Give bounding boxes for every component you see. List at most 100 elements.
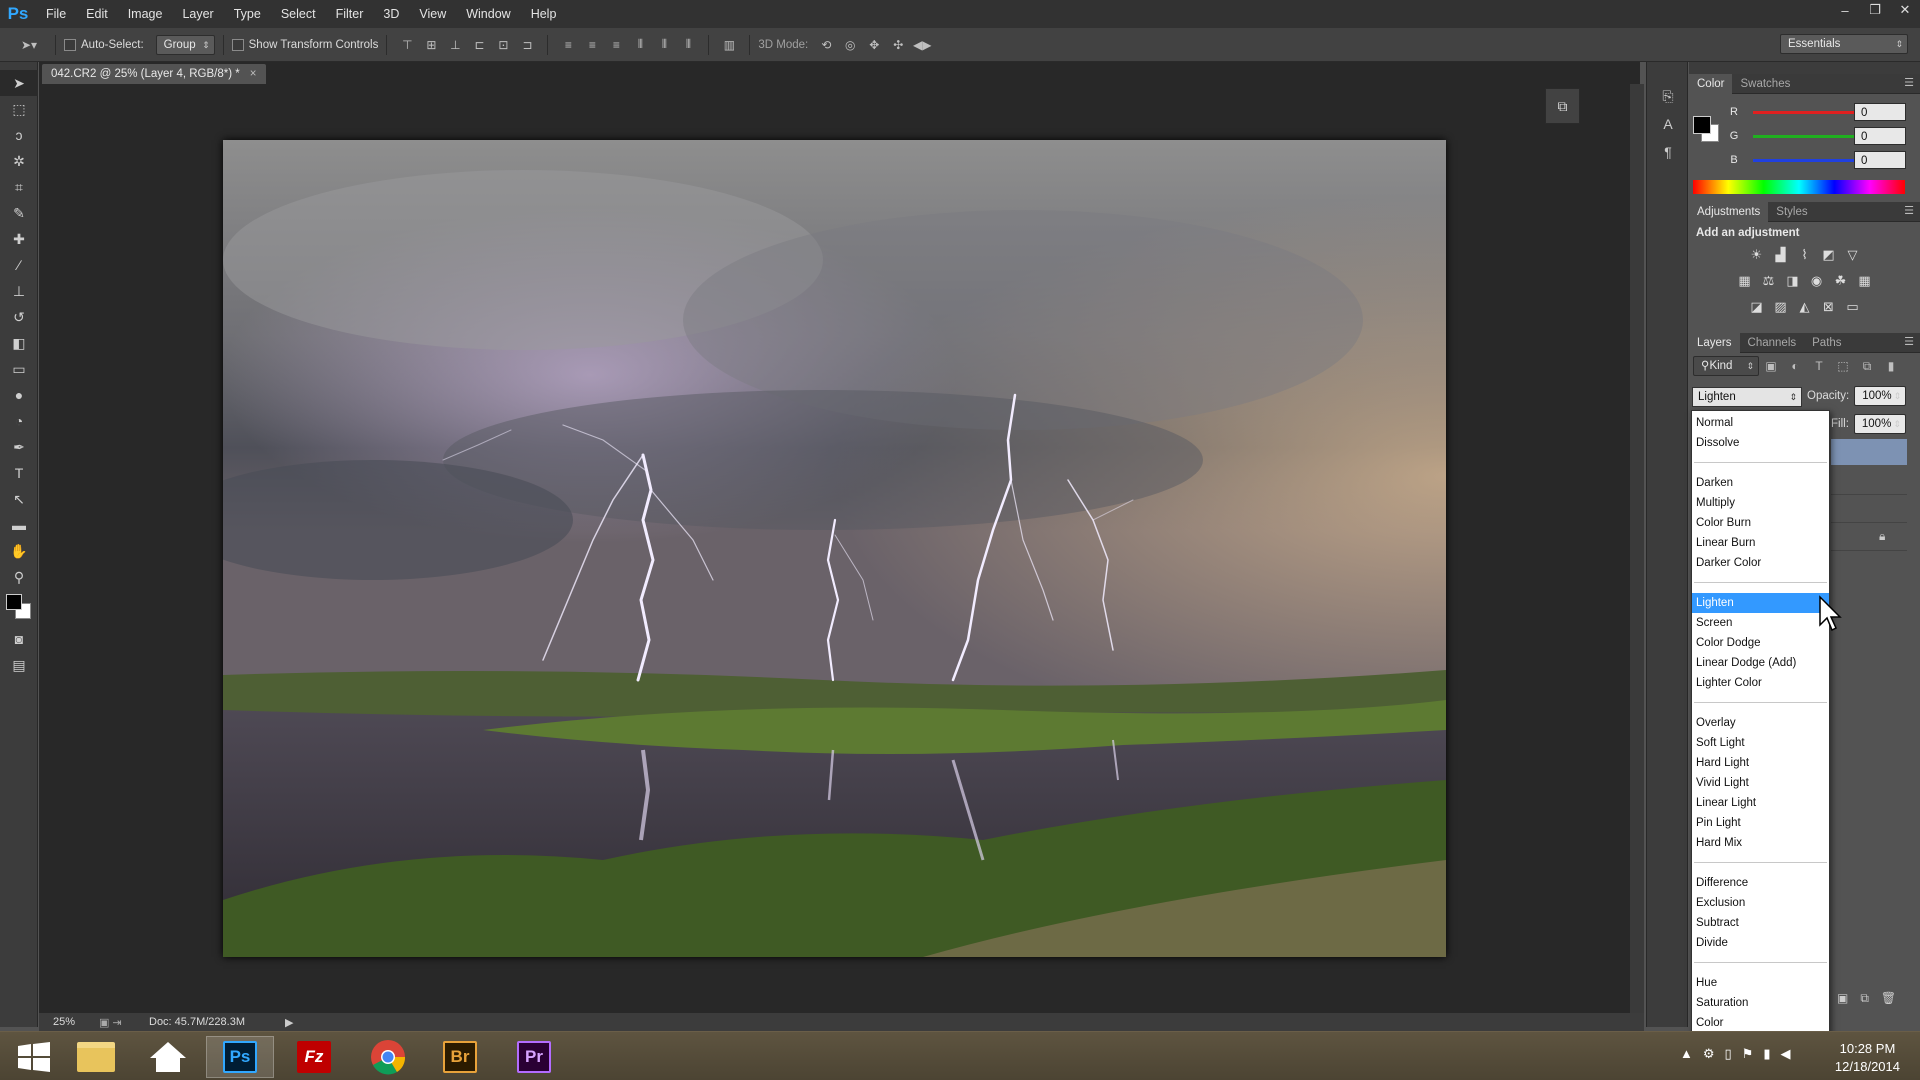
color-lookup-icon[interactable]: ▦ <box>1855 271 1875 291</box>
levels-icon[interactable]: ▟ <box>1771 245 1791 265</box>
lasso-tool-icon[interactable]: ↄ <box>0 122 38 148</box>
blend-option-dissolve[interactable]: Dissolve <box>1692 433 1829 453</box>
blend-option-hue[interactable]: Hue <box>1692 973 1829 993</box>
tab-styles[interactable]: Styles <box>1768 202 1815 222</box>
blend-option-difference[interactable]: Difference <box>1692 873 1829 893</box>
menu-help[interactable]: Help <box>521 0 567 28</box>
paragraph-panel-icon[interactable]: ¶ <box>1647 138 1689 166</box>
document-tab[interactable]: 042.CR2 @ 25% (Layer 4, RGB/8*) * × <box>42 64 267 84</box>
3d-scale-icon[interactable]: ◀▶ <box>913 37 931 53</box>
taskbar-premiere[interactable]: Pr <box>500 1036 568 1078</box>
auto-align-icon[interactable]: ▥ <box>720 37 738 53</box>
history-panel-icon[interactable]: ⎘ <box>1647 82 1689 110</box>
b-slider[interactable] <box>1753 158 1859 162</box>
blend-option-color-dodge[interactable]: Color Dodge <box>1692 633 1829 653</box>
start-button[interactable] <box>0 1036 68 1078</box>
opacity-field[interactable]: 100% <box>1854 386 1907 406</box>
blend-option-color[interactable]: Color <box>1692 1013 1829 1033</box>
menu-view[interactable]: View <box>409 0 456 28</box>
channel-mixer-icon[interactable]: ☘ <box>1831 271 1851 291</box>
blend-option-vivid-light[interactable]: Vivid Light <box>1692 773 1829 793</box>
blend-option-linear-burn[interactable]: Linear Burn <box>1692 533 1829 553</box>
blur-tool-icon[interactable]: ● <box>0 382 38 408</box>
blend-option-multiply[interactable]: Multiply <box>1692 493 1829 513</box>
black-white-icon[interactable]: ◨ <box>1783 271 1803 291</box>
filter-shape-icon[interactable]: ⬚ <box>1834 358 1852 374</box>
blend-option-darker-color[interactable]: Darker Color <box>1692 553 1829 573</box>
color-fg-swatch[interactable] <box>1693 116 1711 134</box>
tray-volume-icon[interactable]: ◀ <box>1781 1046 1791 1062</box>
g-slider[interactable] <box>1753 134 1859 138</box>
menu-file[interactable]: File <box>36 0 76 28</box>
blend-option-pin-light[interactable]: Pin Light <box>1692 813 1829 833</box>
eraser-tool-icon[interactable]: ◧ <box>0 330 38 356</box>
type-tool-icon[interactable]: T <box>0 460 38 486</box>
tab-paths[interactable]: Paths <box>1804 333 1849 353</box>
3d-roll-icon[interactable]: ◎ <box>841 37 859 53</box>
b-value-field[interactable]: 0 <box>1854 151 1906 169</box>
tab-adjustments[interactable]: Adjustments <box>1689 201 1769 222</box>
brush-tool-icon[interactable]: ∕ <box>0 252 38 278</box>
auto-select-dropdown[interactable]: Group <box>155 34 215 55</box>
blend-option-color-burn[interactable]: Color Burn <box>1692 513 1829 533</box>
taskbar-chrome[interactable] <box>354 1036 422 1078</box>
taskbar-clock[interactable]: 10:28 PM 12/18/2014 <box>1835 1040 1900 1076</box>
distribute-hcenter-icon[interactable]: ⦀ <box>655 37 673 53</box>
blend-option-darken[interactable]: Darken <box>1692 473 1829 493</box>
distribute-bottom-icon[interactable]: ≡ <box>607 37 625 53</box>
menu-filter[interactable]: Filter <box>326 0 374 28</box>
posterize-icon[interactable]: ▨ <box>1771 297 1791 317</box>
blend-option-exclusion[interactable]: Exclusion <box>1692 893 1829 913</box>
photo-filter-icon[interactable]: ◉ <box>1807 271 1827 291</box>
screen-mode-icon[interactable]: ▤ <box>0 652 38 678</box>
align-hcenter-icon[interactable]: ⊡ <box>494 37 512 53</box>
zoom-level[interactable]: 25% <box>53 1016 93 1028</box>
layer-mask-icon[interactable]: ▣ <box>1837 991 1848 1006</box>
workspace-dropdown[interactable]: Essentials <box>1780 34 1908 54</box>
restore-button[interactable]: ❐ <box>1860 0 1890 20</box>
distribute-top-icon[interactable]: ≡ <box>559 37 577 53</box>
blend-mode-dropdown[interactable]: Lighten <box>1692 387 1802 407</box>
tab-color[interactable]: Color <box>1689 73 1733 94</box>
g-value-field[interactable]: 0 <box>1854 127 1906 145</box>
tray-device-icon[interactable]: ▯ <box>1725 1046 1732 1062</box>
blend-option-linear-dodge-add[interactable]: Linear Dodge (Add) <box>1692 653 1829 673</box>
foreground-color-swatch[interactable] <box>6 594 22 610</box>
blend-option-divide[interactable]: Divide <box>1692 933 1829 953</box>
selective-color-icon[interactable]: ⊠ <box>1819 297 1839 317</box>
blend-option-soft-light[interactable]: Soft Light <box>1692 733 1829 753</box>
layer-row[interactable] <box>1831 523 1907 551</box>
distribute-right-icon[interactable]: ⦀ <box>679 37 697 53</box>
vertical-scrollbar[interactable] <box>1630 84 1644 1014</box>
new-layer-icon[interactable]: ⧉ <box>1860 991 1869 1006</box>
close-tab-icon[interactable]: × <box>250 68 257 80</box>
marquee-tool-icon[interactable]: ⬚ <box>0 96 38 122</box>
gradient-tool-icon[interactable]: ▭ <box>0 356 38 382</box>
align-vcenter-icon[interactable]: ⊞ <box>422 37 440 53</box>
align-bottom-icon[interactable]: ⊥ <box>446 37 464 53</box>
pen-tool-icon[interactable]: ✒ <box>0 434 38 460</box>
menu-3d[interactable]: 3D <box>373 0 409 28</box>
color-swatches[interactable] <box>0 590 38 626</box>
filter-toggle-icon[interactable]: ▮ <box>1882 358 1900 374</box>
blend-option-linear-light[interactable]: Linear Light <box>1692 793 1829 813</box>
status-menu-arrow-icon[interactable]: ▶ <box>285 1016 293 1029</box>
dodge-tool-icon[interactable]: ◔ <box>0 408 38 434</box>
menu-window[interactable]: Window <box>456 0 520 28</box>
3d-slide-icon[interactable]: ✣ <box>889 37 907 53</box>
tray-arrow-icon[interactable]: ▲ <box>1680 1046 1693 1062</box>
brightness-icon[interactable]: ☀ <box>1747 245 1767 265</box>
r-slider[interactable] <box>1753 110 1859 114</box>
blend-option-lighter-color[interactable]: Lighter Color <box>1692 673 1829 693</box>
tray-signal-icon[interactable]: ▮ <box>1763 1046 1770 1062</box>
move-tool-preset-icon[interactable]: ➤▾ <box>14 37 44 53</box>
panel-menu-icon[interactable]: ☰ <box>1904 204 1914 217</box>
tab-channels[interactable]: Channels <box>1740 333 1805 353</box>
tab-layers[interactable]: Layers <box>1689 332 1740 353</box>
auto-select-checkbox[interactable]: Auto-Select: <box>64 36 144 54</box>
hue-saturation-icon[interactable]: ▦ <box>1735 271 1755 291</box>
magic-wand-tool-icon[interactable]: ✲ <box>0 148 38 174</box>
healing-brush-tool-icon[interactable]: ✚ <box>0 226 38 252</box>
distribute-left-icon[interactable]: ⦀ <box>631 37 649 53</box>
invert-icon[interactable]: ◪ <box>1747 297 1767 317</box>
